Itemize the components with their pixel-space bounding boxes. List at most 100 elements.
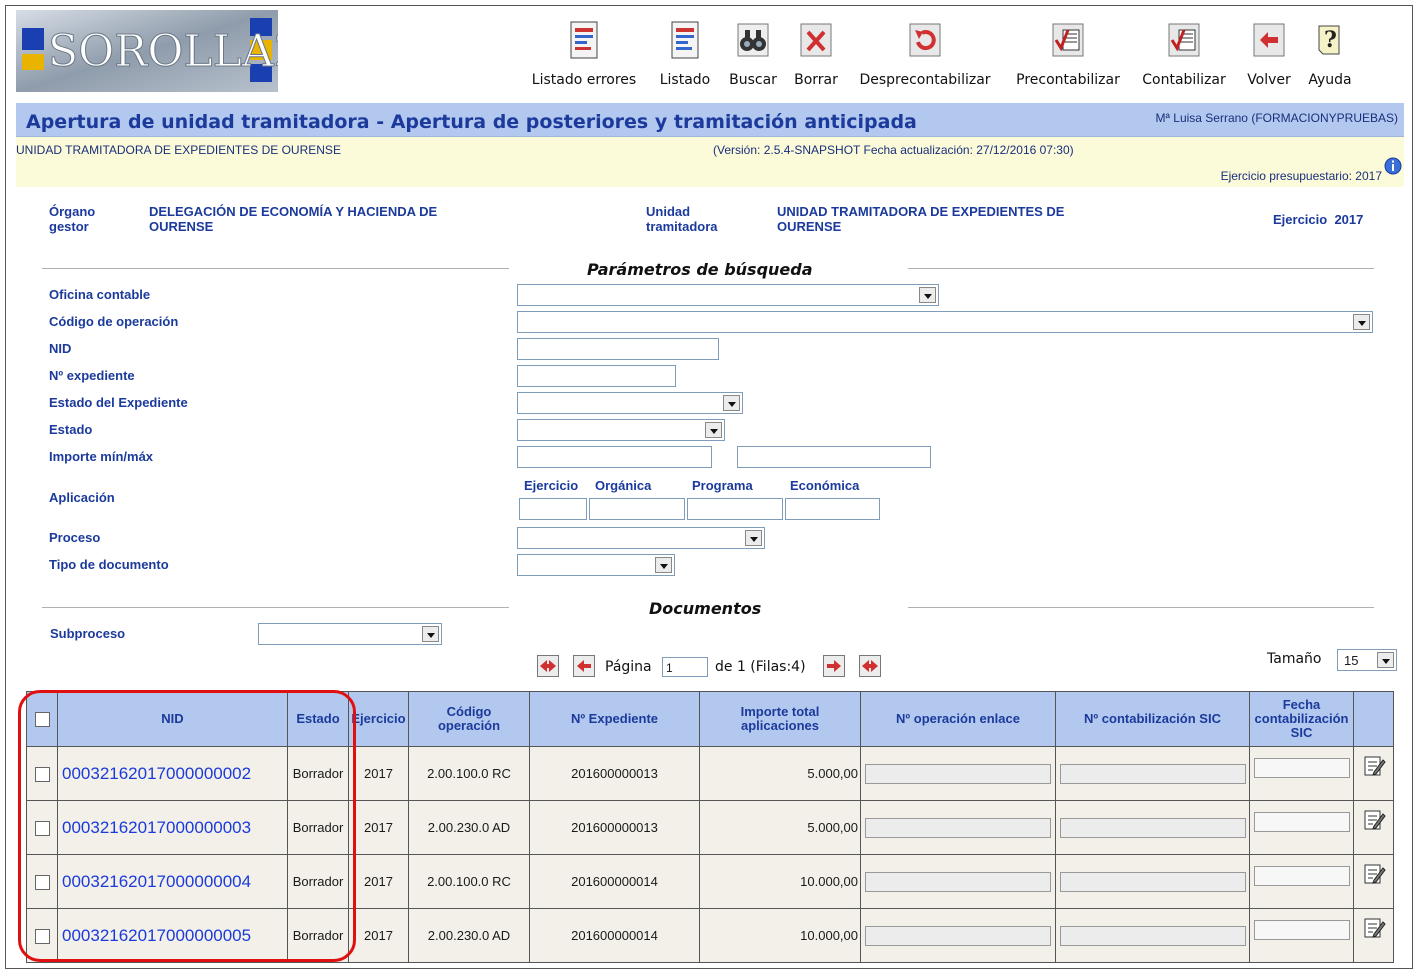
sorolla-logo: SOROLLA2 (16, 10, 278, 92)
oficina-select[interactable] (517, 284, 939, 306)
desprecontabilizar-button[interactable]: Desprecontabilizar (852, 20, 998, 88)
edit-cell (1353, 854, 1394, 909)
op-enlace-input[interactable] (865, 817, 1051, 838)
importe-max-input[interactable] (737, 446, 931, 468)
listado-errores-label: Listado errores (531, 72, 637, 88)
op-enlace-cell (860, 854, 1056, 909)
tipo-documento-select[interactable] (517, 554, 675, 576)
organo-label: Órgano gestor (49, 204, 96, 234)
edit-icon[interactable] (1362, 862, 1386, 886)
search-section-title: Parámetros de búsqueda (587, 260, 813, 279)
aplicacion-economica-input[interactable] (785, 498, 880, 520)
estado-select[interactable] (517, 419, 725, 441)
desprecontabilizar-label: Desprecontabilizar (859, 72, 991, 88)
listado-button[interactable]: Listado (656, 20, 714, 88)
chevron-down-icon (422, 626, 439, 642)
precontabilizar-button[interactable]: Precontabilizar (1010, 20, 1126, 88)
ejercicio-label: Ejercicio 2017 (1273, 212, 1364, 227)
contabilizar-button[interactable]: Contabilizar (1136, 20, 1232, 88)
logo-text: SOROLLA2 (48, 26, 278, 77)
fecha-input[interactable] (1253, 919, 1350, 940)
tamano-label: Tamaño (1267, 651, 1322, 667)
ejercicio-header[interactable]: Ejercicio (348, 691, 409, 747)
op-enlace-header[interactable]: Nº operación enlace (860, 691, 1056, 747)
chevron-down-icon (1353, 314, 1370, 330)
tipo-documento-label: Tipo de documento (49, 557, 169, 572)
ejercicio-presupuestario: Ejercicio presupuestario: 2017 (1220, 169, 1382, 183)
borrar-button[interactable]: Borrar (790, 20, 842, 88)
fecha-cell (1249, 800, 1354, 855)
ledger-check-icon (1168, 23, 1200, 57)
expediente-input[interactable] (517, 365, 676, 387)
volver-button[interactable]: Volver (1242, 20, 1296, 88)
page-total: de 1 (Filas:4) (715, 659, 806, 675)
last-page-button[interactable] (859, 655, 881, 677)
info-icon[interactable] (1384, 157, 1402, 175)
op-enlace-input[interactable] (865, 871, 1051, 892)
contab-sic-cell (1055, 746, 1250, 801)
codigo-header[interactable]: Código operación (408, 691, 530, 747)
contab-sic-input[interactable] (1059, 763, 1246, 784)
organo-value: DELEGACIÓN DE ECONOMÍA Y HACIENDA DE OURE… (149, 204, 438, 234)
contab-sic-input[interactable] (1059, 925, 1246, 946)
ejercicio-value: 2017 (1334, 212, 1364, 227)
nid-input[interactable] (517, 338, 719, 360)
next-page-button[interactable] (823, 655, 845, 677)
tamano-value: 15 (1344, 653, 1359, 668)
subproceso-select[interactable] (258, 623, 442, 645)
error-report-icon (570, 21, 598, 59)
edit-icon[interactable] (1362, 754, 1386, 778)
first-page-button[interactable] (537, 655, 559, 677)
unit-name: UNIDAD TRAMITADORA DE EXPEDIENTES DE OUR… (16, 143, 341, 157)
buscar-button[interactable]: Buscar (726, 20, 780, 88)
importe-cell: 5.000,00 (699, 746, 861, 801)
buscar-label: Buscar (729, 72, 777, 88)
prev-page-button[interactable] (573, 655, 595, 677)
proceso-label: Proceso (49, 530, 101, 545)
fecha-input[interactable] (1253, 811, 1350, 832)
contab-sic-input[interactable] (1059, 817, 1246, 838)
op-enlace-input[interactable] (865, 925, 1051, 946)
codigo-cell: 2.00.230.0 AD (408, 800, 530, 855)
importe-header[interactable]: Importe total aplicaciones (699, 691, 861, 747)
codigo-cell: 2.00.230.0 AD (408, 908, 530, 963)
contab-sic-input[interactable] (1059, 871, 1246, 892)
fecha-header[interactable]: Fecha contabilización SIC (1249, 691, 1354, 747)
user-name: Mª Luisa Serrano (FORMACIONYPRUEBAS) (1155, 111, 1399, 125)
page-input[interactable]: 1 (662, 657, 708, 677)
chevron-down-icon (705, 422, 722, 438)
aplicacion-economica-label: Económica (790, 478, 860, 493)
edit-icon[interactable] (1362, 916, 1386, 940)
section-divider (42, 607, 509, 608)
edit-cell (1353, 800, 1394, 855)
importe-min-input[interactable] (517, 446, 712, 468)
ejercicio-cell: 2017 (348, 908, 409, 963)
delete-icon (800, 23, 832, 57)
aplicacion-ejercicio-input[interactable] (519, 498, 587, 520)
proceso-select[interactable] (517, 527, 765, 549)
fecha-input[interactable] (1253, 865, 1350, 886)
aplicacion-organica-input[interactable] (589, 498, 685, 520)
op-enlace-cell (860, 800, 1056, 855)
svg-text:?: ? (1324, 27, 1337, 53)
ejercicio-cell: 2017 (348, 746, 409, 801)
aplicacion-programa-input[interactable] (687, 498, 783, 520)
contab-sic-cell (1055, 908, 1250, 963)
volver-label: Volver (1247, 72, 1291, 88)
ayuda-button[interactable]: ? Ayuda (1304, 20, 1356, 88)
op-enlace-input[interactable] (865, 763, 1051, 784)
fecha-input[interactable] (1253, 757, 1350, 778)
tamano-select[interactable]: 15 (1337, 649, 1397, 671)
arrow-right-icon (827, 660, 841, 672)
expediente-header[interactable]: Nº Expediente (529, 691, 700, 747)
chevron-down-icon (723, 395, 740, 411)
info-bar: UNIDAD TRAMITADORA DE EXPEDIENTES DE OUR… (16, 137, 1404, 187)
codigo-label: Código de operación (49, 314, 179, 329)
codigo-select[interactable] (517, 311, 1373, 333)
listado-errores-button[interactable]: Listado errores (524, 20, 644, 88)
edit-icon[interactable] (1362, 808, 1386, 832)
op-enlace-cell (860, 908, 1056, 963)
contab-sic-header[interactable]: Nº contabilización SIC (1055, 691, 1250, 747)
estado-expediente-select[interactable] (517, 392, 743, 414)
codigo-cell: 2.00.100.0 RC (408, 854, 530, 909)
